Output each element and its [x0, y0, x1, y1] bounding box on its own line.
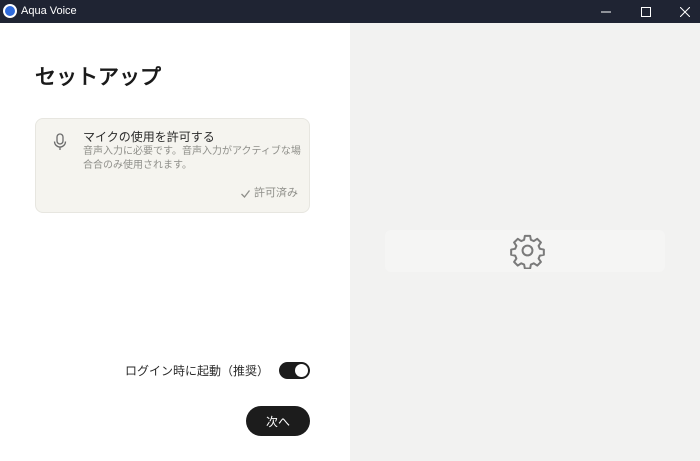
minimize-button[interactable] — [586, 0, 626, 23]
maximize-icon — [641, 6, 651, 17]
permission-status-label: 許可済み — [254, 186, 298, 199]
permission-description: 音声入力に必要です。音声入力がアクティブな場合合のみ使用されます。 — [83, 146, 301, 171]
setup-panel: セットアップ マイクの使用を許可する 音声入力に必要です。音声入力がアクティブな… — [0, 23, 350, 461]
preview-panel — [350, 23, 700, 461]
microphone-icon — [53, 133, 67, 150]
close-button[interactable] — [665, 0, 700, 23]
close-icon — [680, 6, 690, 17]
title-bar: Aqua Voice — [0, 0, 700, 23]
toggle-knob — [295, 363, 308, 377]
next-button[interactable]: 次へ — [246, 406, 310, 436]
permission-title: マイクの使用を許可する — [83, 130, 215, 144]
launch-at-login-row: ログイン時に起動（推奨） — [125, 359, 310, 381]
launch-at-login-toggle[interactable] — [279, 361, 310, 379]
page-title: セットアップ — [35, 65, 161, 89]
minimize-icon — [601, 11, 611, 12]
permission-status: 許可済み — [240, 186, 298, 200]
microphone-permission-card[interactable]: マイクの使用を許可する 音声入力に必要です。音声入力がアクティブな場合合のみ使用… — [35, 118, 310, 213]
app-logo-icon — [3, 4, 17, 18]
app-title: Aqua Voice — [21, 5, 77, 17]
launch-at-login-label: ログイン時に起動（推奨） — [124, 363, 269, 378]
check-icon — [241, 189, 251, 198]
maximize-button[interactable] — [626, 0, 666, 23]
gear-icon — [510, 234, 545, 269]
